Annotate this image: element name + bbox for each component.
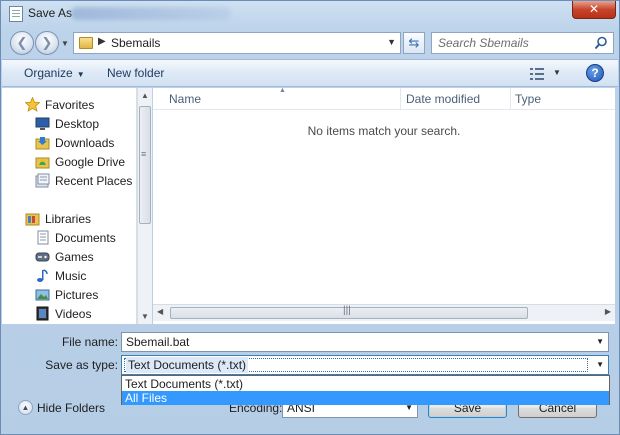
save-as-dialog: Save As ✕ ❮ ❯ ▼ ▶ Sbemails ▼ ⇆ Organize▼…	[0, 0, 620, 435]
nav-item-recent-places[interactable]: Recent Places	[2, 171, 136, 190]
nav-item-label: Games	[55, 250, 94, 264]
nav-item-label: Music	[55, 269, 87, 283]
games-icon	[35, 252, 50, 262]
new-folder-button[interactable]: New folder	[107, 66, 164, 80]
option-all-files[interactable]: All Files	[122, 391, 609, 405]
file-name-label: File name:	[61, 335, 118, 349]
column-divider[interactable]	[510, 88, 511, 110]
nav-item-label: Google Drive	[55, 155, 126, 169]
videos-icon	[36, 306, 49, 321]
window-title: Save As	[28, 6, 73, 20]
back-button[interactable]: ❮	[10, 31, 34, 55]
chevron-down-icon[interactable]: ▼	[596, 337, 604, 346]
nav-item-pictures[interactable]: Pictures	[2, 285, 136, 304]
empty-message: No items match your search.	[307, 124, 461, 138]
search-box[interactable]	[431, 32, 614, 54]
address-bar[interactable]: ▶ Sbemails ▼	[73, 32, 401, 54]
nav-item-label: Documents	[55, 231, 116, 245]
chevron-down-icon: ▼	[76, 70, 85, 79]
nav-item-desktop[interactable]: Desktop	[2, 114, 136, 133]
scroll-left-icon[interactable]: ◀	[157, 307, 163, 316]
nav-item-label: Libraries	[45, 212, 92, 226]
close-button[interactable]: ✕	[572, 1, 616, 19]
nav-item-label: Pictures	[55, 288, 99, 302]
scroll-down-icon[interactable]: ▼	[141, 312, 149, 321]
recent-pages-dropdown-icon[interactable]: ▼	[61, 39, 69, 48]
view-dropdown-icon[interactable]: ▼	[553, 68, 561, 77]
file-name-input[interactable]	[126, 335, 586, 349]
notepad-icon	[9, 6, 23, 22]
scrollbar-thumb[interactable]	[139, 106, 151, 224]
forward-button[interactable]: ❯	[35, 31, 59, 55]
folder-icon	[79, 37, 93, 49]
nav-item-label: Videos	[55, 307, 92, 321]
file-name-combobox[interactable]: ▼	[121, 332, 609, 352]
command-bar: Organize ▼ New folder ▼ ?	[2, 59, 618, 87]
nav-item-favorites[interactable]: Favorites	[2, 95, 136, 114]
nav-item-label: Desktop	[55, 117, 100, 131]
scroll-grip-icon: |||	[343, 305, 351, 316]
column-divider[interactable]	[400, 88, 401, 110]
nav-item-label: Favorites	[45, 98, 95, 112]
chevron-down-icon[interactable]: ▼	[596, 360, 604, 369]
file-list-scrollbar[interactable]: ◀ ||| ▶	[153, 304, 615, 321]
navigation-pane: Favorites Desktop Downloads Google Drive…	[2, 88, 137, 324]
hide-folders-label: Hide Folders	[37, 401, 106, 415]
column-header-type[interactable]: Type	[515, 92, 541, 106]
nav-item-documents[interactable]: Documents	[2, 228, 136, 247]
save-as-type-value: Text Documents (*.txt)	[126, 357, 249, 373]
star-icon	[25, 97, 40, 112]
scroll-grip-icon: ≡	[141, 149, 147, 159]
nav-item-videos[interactable]: Videos	[2, 304, 136, 323]
google-drive-icon	[35, 157, 50, 169]
search-icon[interactable]	[594, 36, 608, 50]
save-as-type-select[interactable]: Text Documents (*.txt) ▼	[121, 355, 609, 375]
nav-item-libraries[interactable]: Libraries	[2, 209, 136, 228]
documents-icon	[37, 230, 49, 245]
refresh-button[interactable]: ⇆	[403, 32, 425, 54]
help-icon[interactable]: ?	[586, 64, 604, 82]
save-as-type-dropdown-list: Text Documents (*.txt) All Files	[121, 375, 610, 405]
nav-item-label: Recent Places	[55, 174, 133, 188]
view-options-icon[interactable]	[530, 68, 544, 80]
nav-item-google-drive[interactable]: Google Drive	[2, 152, 136, 171]
blurred-title-region	[71, 7, 231, 20]
breadcrumb-arrow-icon[interactable]: ▶	[98, 36, 106, 47]
nav-pane-scrollbar[interactable]: ▲ ≡ ▼	[137, 88, 152, 324]
nav-item-label: Downloads	[55, 136, 115, 150]
title-bar[interactable]: Save As ✕	[1, 1, 619, 25]
column-headers: Name ▲ Date modified Type	[153, 87, 615, 110]
scroll-right-icon[interactable]: ▶	[605, 307, 611, 316]
downloads-icon	[35, 137, 50, 150]
chevron-up-icon: ▲	[18, 400, 33, 415]
music-icon	[37, 269, 48, 282]
save-as-type-label: Save as type:	[45, 358, 118, 372]
nav-item-downloads[interactable]: Downloads	[2, 133, 136, 152]
search-input[interactable]	[438, 36, 588, 50]
file-list[interactable]: Name ▲ Date modified Type No items match…	[153, 87, 615, 324]
recent-places-icon	[35, 173, 50, 188]
organize-label: Organize	[24, 66, 73, 80]
organize-button[interactable]: Organize ▼	[24, 66, 85, 80]
nav-item-games[interactable]: Games	[2, 247, 136, 266]
libraries-icon	[25, 213, 40, 226]
pictures-icon	[35, 289, 50, 301]
desktop-icon	[35, 117, 50, 130]
sort-ascending-icon: ▲	[279, 87, 286, 94]
nav-item-music[interactable]: Music	[2, 266, 136, 285]
address-dropdown-icon[interactable]: ▼	[387, 37, 396, 47]
option-text-documents[interactable]: Text Documents (*.txt)	[122, 377, 609, 391]
column-header-name[interactable]: Name	[169, 92, 201, 106]
column-header-date-modified[interactable]: Date modified	[406, 92, 480, 106]
breadcrumb-sbemails[interactable]: Sbemails	[111, 36, 160, 50]
scroll-up-icon[interactable]: ▲	[141, 91, 149, 100]
